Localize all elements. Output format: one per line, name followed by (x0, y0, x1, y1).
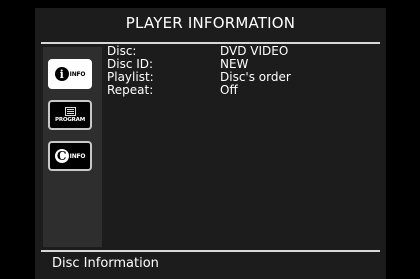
status-bar-text: Disc Information (52, 256, 159, 271)
info-tab-caption: INFO (69, 70, 86, 78)
info-icon: i (54, 67, 69, 81)
program-tab-caption: PROGRAM (54, 117, 86, 123)
disc-info-tab-button[interactable]: C INFO (48, 141, 92, 171)
disc-icon: C (54, 149, 69, 163)
program-list-icon (64, 107, 76, 116)
player-info-screen: PLAYER INFORMATION i INFO PROGRAM C INFO… (35, 8, 386, 279)
page-title: PLAYER INFORMATION (125, 14, 296, 32)
title-divider (41, 42, 380, 44)
info-value: Off (220, 83, 238, 97)
info-tab-button[interactable]: i INFO (48, 59, 92, 89)
sidebar: i INFO PROGRAM C INFO (43, 47, 102, 247)
info-label: Repeat: (107, 83, 154, 97)
program-tab-button[interactable]: PROGRAM (48, 100, 92, 130)
status-divider (41, 250, 380, 252)
disc-info-tab-caption: INFO (69, 152, 86, 160)
